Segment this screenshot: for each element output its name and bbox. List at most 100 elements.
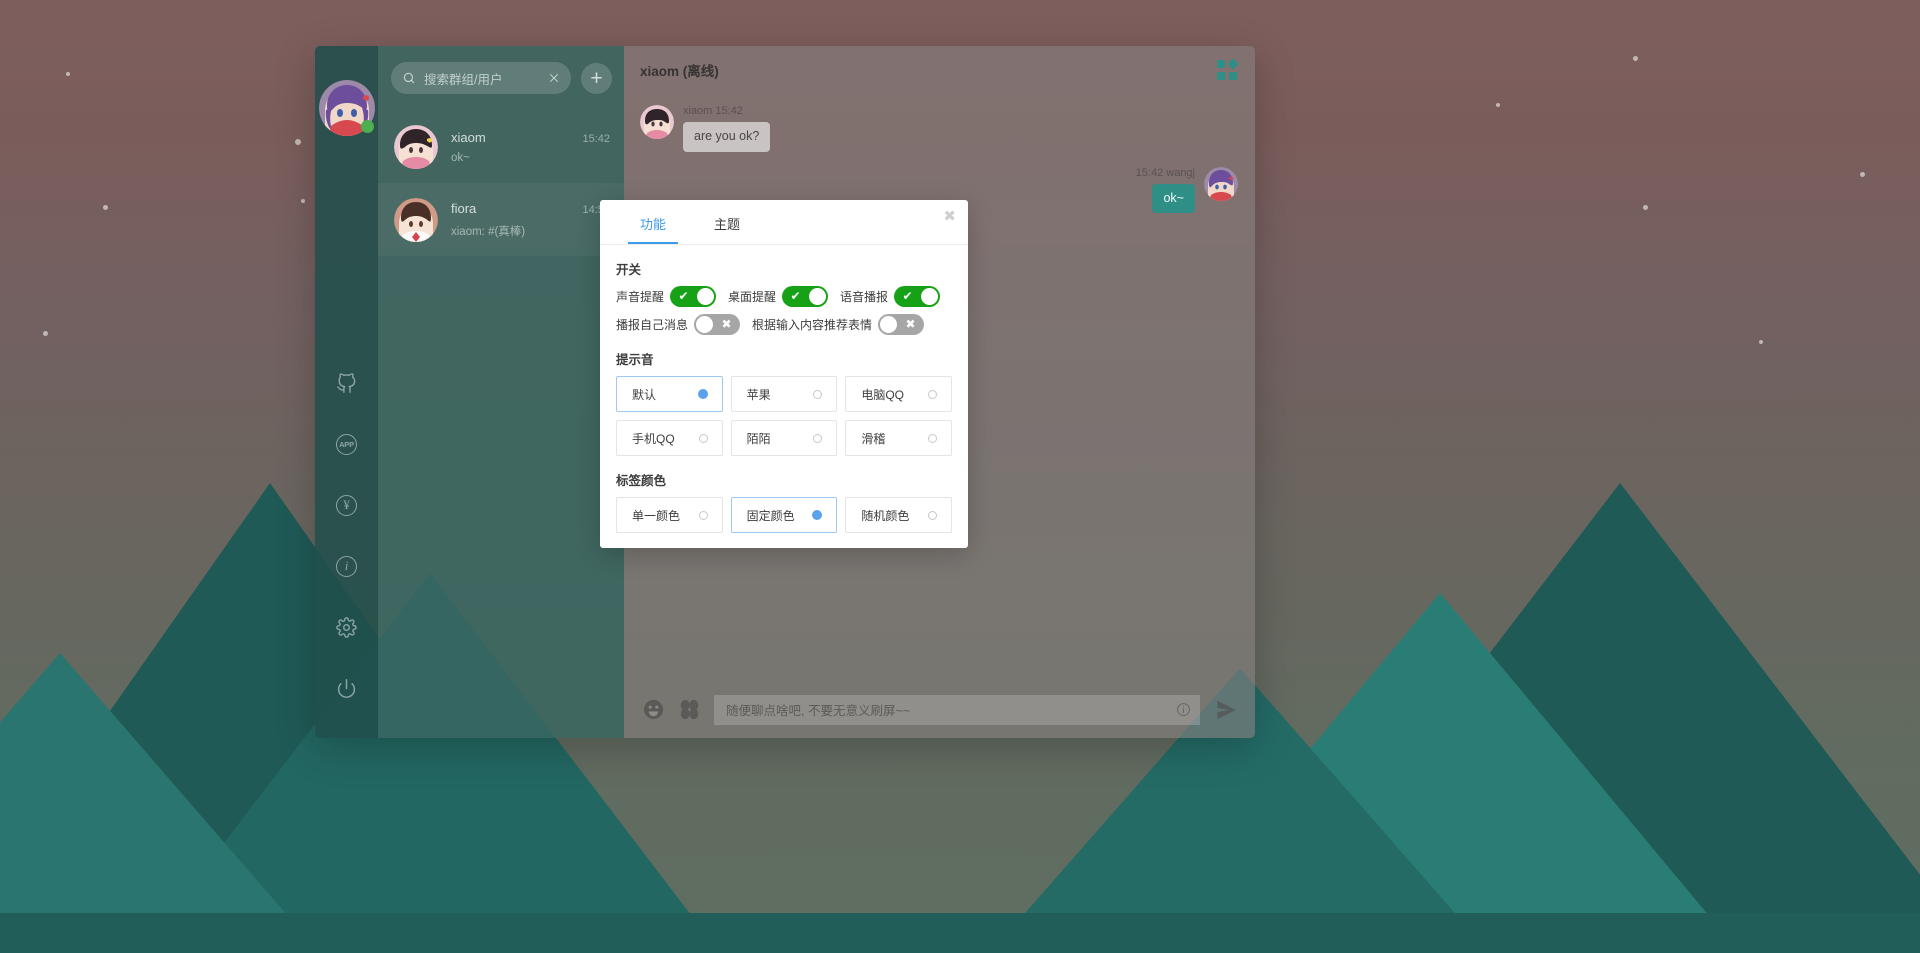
message-bubble[interactable]: ok~: [1152, 183, 1195, 214]
mountain-shape: [0, 653, 320, 953]
dialog-tabs: 功能 主题: [600, 200, 968, 245]
toggle-knob: [696, 316, 714, 333]
switch-field-sound-alert: 声音提醒 ✔: [616, 286, 717, 307]
radio-icon: [813, 433, 823, 443]
toggle-broadcast-own[interactable]: ✖: [694, 314, 741, 335]
section-title: 开关: [616, 263, 642, 277]
info-icon[interactable]: i: [327, 546, 367, 586]
avatar: [394, 197, 438, 242]
decor-dot: [43, 331, 48, 336]
tagcolor-option-single[interactable]: 单一颜色: [616, 497, 723, 533]
option-label: 固定颜色: [746, 508, 795, 523]
decor-dot: [295, 139, 301, 145]
list-item-name: xiaom: [451, 129, 486, 145]
search-bar: 搜索群组/用户 +: [378, 46, 624, 110]
section-title: 标签颜色: [616, 474, 667, 488]
tab-functions[interactable]: 功能: [616, 214, 690, 244]
power-icon[interactable]: [327, 668, 367, 708]
sound-option-default[interactable]: 默认: [616, 376, 723, 412]
sound-option-huaji[interactable]: 滑稽: [845, 420, 952, 456]
chat-list-column: 搜索群组/用户 + xiaom 15:42 ok~ fiora 14:58 xi…: [378, 46, 624, 738]
settings-dialog: ✖ 功能 主题 开关 声音提醒 ✔ 桌面提醒 ✔ 语音播报 ✔ 播报自己消息 ✖…: [600, 200, 968, 548]
message-meta: xiaom 15:42: [683, 105, 743, 117]
switch-label: 根据输入内容推荐表情: [752, 318, 873, 332]
message-bubble[interactable]: are you ok?: [683, 122, 771, 152]
list-item-time: 15:42: [582, 132, 610, 145]
tagcolor-option-random[interactable]: 随机颜色: [845, 497, 952, 533]
sound-option-apple[interactable]: 苹果: [730, 376, 838, 412]
check-icon: ✔: [678, 289, 689, 303]
switch-field-broadcast-own: 播报自己消息 ✖: [616, 314, 741, 335]
list-item-preview: ok~: [451, 151, 470, 164]
switch-field-emoji-suggest: 根据输入内容推荐表情 ✖: [752, 314, 925, 335]
list-item[interactable]: xiaom 15:42 ok~: [378, 110, 624, 183]
radio-icon: [927, 389, 937, 399]
avatar[interactable]: [1204, 166, 1238, 201]
app-icon[interactable]: APP: [327, 424, 367, 464]
info-ring: i: [336, 555, 357, 577]
send-icon[interactable]: [1213, 697, 1239, 723]
message-input-placeholder: 随便聊点啥吧, 不要无意义刷屏~~: [726, 704, 911, 718]
list-item[interactable]: fiora 14:58 xiaom: #(真棒): [378, 183, 624, 256]
list-item-body: xiaom 15:42 ok~: [451, 130, 610, 164]
gear-icon[interactable]: [327, 607, 367, 647]
tagcolor-option-fixed[interactable]: 固定颜色: [730, 497, 838, 533]
search-icon: [402, 71, 416, 85]
tagcolor-option-grid: 单一颜色 固定颜色 随机颜色: [616, 497, 952, 533]
sound-option-pcqq[interactable]: 电脑QQ: [845, 376, 952, 412]
message-incoming: xiaom 15:42 are you ok?: [640, 105, 1238, 152]
message-input-bar: 随便聊点啥吧, 不要无意义刷屏~~: [624, 681, 1255, 738]
dialog-body: 开关 声音提醒 ✔ 桌面提醒 ✔ 语音播报 ✔ 播报自己消息 ✖ 根据输入内容推…: [600, 245, 968, 548]
expression-grid-icon[interactable]: [678, 698, 701, 721]
info-circle-icon[interactable]: [1176, 702, 1191, 717]
emoji-icon[interactable]: [642, 698, 665, 721]
radio-icon: [927, 510, 937, 520]
avatar[interactable]: [318, 80, 375, 136]
toggle-voice-broadcast[interactable]: ✔: [894, 286, 941, 307]
sound-option-momo[interactable]: 陌陌: [730, 420, 838, 456]
search-input[interactable]: 搜索群组/用户: [391, 62, 571, 94]
switch-label: 播报自己消息: [616, 318, 689, 332]
toggle-knob: [697, 288, 715, 305]
radio-icon: [812, 510, 823, 520]
radio-icon: [697, 389, 708, 399]
switch-label: 声音提醒: [616, 290, 665, 304]
close-icon[interactable]: [548, 72, 560, 84]
option-label: 电脑QQ: [861, 387, 904, 402]
add-button[interactable]: +: [581, 62, 612, 94]
check-icon: ✔: [790, 289, 801, 303]
option-label: 苹果: [746, 387, 771, 402]
yuan-icon[interactable]: ¥: [327, 485, 367, 525]
sound-option-mobileqq[interactable]: 手机QQ: [616, 420, 723, 456]
sound-section: 提示音 默认 苹果 电脑QQ 手机QQ 陌陌 滑稽: [616, 349, 952, 456]
github-icon[interactable]: [327, 363, 367, 403]
message-input[interactable]: 随便聊点啥吧, 不要无意义刷屏~~: [714, 694, 1200, 725]
avatar: [394, 124, 438, 169]
decor-dot: [1643, 205, 1648, 210]
check-icon: ✔: [902, 289, 913, 303]
message-body: 15:42 wangj ok~: [1136, 167, 1195, 214]
toggle-emoji-suggest[interactable]: ✖: [878, 314, 925, 335]
toggle-sound-alert[interactable]: ✔: [670, 286, 717, 307]
toggle-desktop-alert[interactable]: ✔: [782, 286, 829, 307]
close-icon[interactable]: ✖: [943, 209, 956, 224]
tab-theme[interactable]: 主题: [690, 214, 764, 244]
switch-row: 声音提醒 ✔ 桌面提醒 ✔ 语音播报 ✔: [616, 286, 952, 307]
tagcolor-section: 标签颜色 单一颜色 固定颜色 随机颜色: [616, 470, 952, 533]
option-label: 单一颜色: [632, 508, 681, 523]
sound-option-grid: 默认 苹果 电脑QQ 手机QQ 陌陌 滑稽: [616, 376, 952, 456]
decor-dot: [103, 205, 108, 210]
avatar[interactable]: [640, 105, 674, 139]
grid-icon[interactable]: [1216, 57, 1239, 81]
message-meta: 15:42 wangj: [1135, 166, 1195, 179]
switch-field-voice-broadcast: 语音播报 ✔: [840, 286, 941, 307]
decor-dot: [1759, 340, 1763, 344]
switch-row: 播报自己消息 ✖ 根据输入内容推荐表情 ✖: [616, 314, 952, 335]
mountain-base: [0, 913, 1920, 953]
toggle-knob: [921, 288, 939, 305]
list-item-preview: xiaom: #(真棒): [451, 225, 526, 238]
info-ring-label: i: [344, 558, 349, 573]
list-item-header: xiaom 15:42: [451, 130, 610, 145]
page-title: xiaom (离线): [640, 63, 719, 79]
decor-dot: [1496, 103, 1500, 107]
